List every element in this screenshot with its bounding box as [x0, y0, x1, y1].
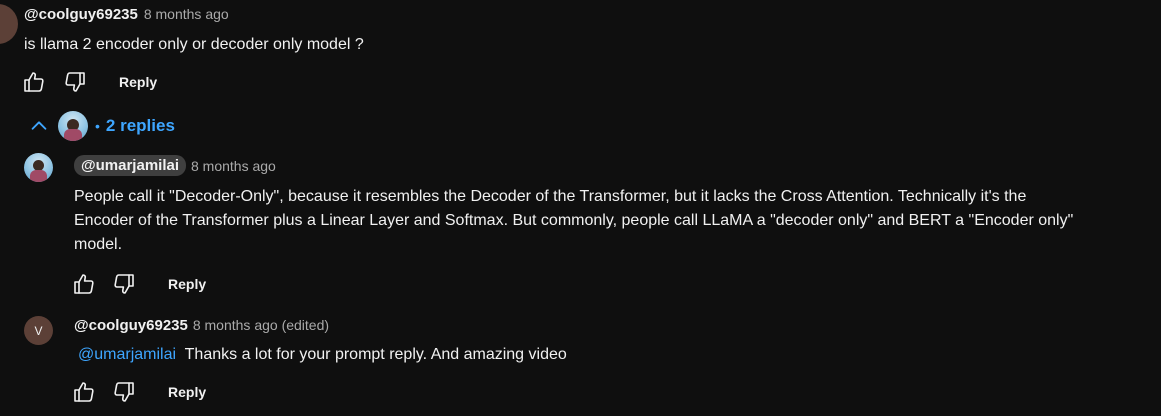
like-icon — [74, 382, 94, 402]
top-comment-actions: Reply — [20, 68, 157, 96]
top-comment-avatar[interactable] — [0, 4, 18, 44]
reply-text-line: People call it "Decoder-Only", because i… — [74, 188, 1027, 205]
like-button[interactable] — [70, 270, 98, 298]
replies-separator: • — [95, 118, 100, 134]
top-comment-header: @coolguy69235 8 months ago — [24, 6, 229, 23]
reply-text: @umarjamilai Thanks a lot for your promp… — [78, 343, 567, 367]
chevron-up-icon — [31, 121, 47, 130]
dislike-button[interactable] — [61, 68, 89, 96]
reply-header: @coolguy69235 8 months ago (edited) — [74, 317, 329, 334]
dislike-icon — [114, 382, 134, 402]
replies-count[interactable]: 2 replies — [106, 116, 175, 136]
comment-author[interactable]: @coolguy69235 — [24, 6, 138, 23]
like-icon — [74, 274, 94, 294]
dislike-icon — [114, 274, 134, 294]
reply-avatar[interactable]: V — [24, 316, 53, 345]
reply-actions: Reply — [70, 378, 206, 406]
reply-text-line: model. — [74, 236, 123, 253]
reply-author[interactable]: @coolguy69235 — [74, 317, 188, 334]
mention-link[interactable]: @umarjamilai — [78, 346, 176, 363]
reply-time[interactable]: 8 months ago (edited) — [193, 317, 329, 333]
reply-actions: Reply — [70, 270, 206, 298]
like-button[interactable] — [20, 68, 48, 96]
like-icon — [24, 72, 44, 92]
dislike-button[interactable] — [110, 378, 138, 406]
replies-toggle[interactable]: • 2 replies — [28, 108, 175, 144]
reply-button[interactable]: Reply — [168, 276, 206, 292]
replier-avatar — [58, 111, 88, 141]
reply-button[interactable]: Reply — [168, 384, 206, 400]
reply-header: @umarjamilai 8 months ago — [74, 155, 276, 176]
reply-button[interactable]: Reply — [119, 74, 157, 90]
reply-text-body: Thanks a lot for your prompt reply. And … — [184, 346, 567, 363]
reply-author-badge[interactable]: @umarjamilai — [74, 155, 186, 176]
dislike-button[interactable] — [110, 270, 138, 298]
comment-time[interactable]: 8 months ago — [144, 6, 229, 22]
comment-text: is llama 2 encoder only or decoder only … — [24, 36, 364, 53]
reply-time[interactable]: 8 months ago — [191, 158, 276, 174]
dislike-icon — [65, 72, 85, 92]
reply-text-line: Encoder of the Transformer plus a Linear… — [74, 212, 1074, 229]
avatar-letter: V — [34, 323, 43, 338]
reply-text: People call it "Decoder-Only", because i… — [74, 185, 1154, 257]
like-button[interactable] — [70, 378, 98, 406]
reply-avatar[interactable] — [24, 153, 53, 182]
